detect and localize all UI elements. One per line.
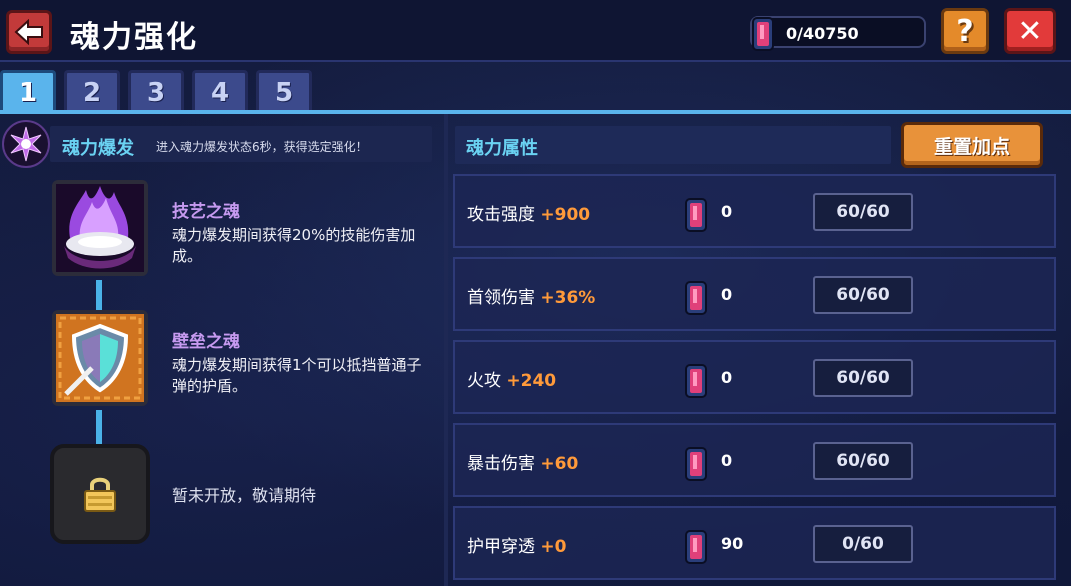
attribute-cost: 0 xyxy=(721,368,733,387)
skill-slot-1[interactable] xyxy=(52,180,148,276)
shield-icon xyxy=(56,314,144,402)
currency-value: 0/40750 xyxy=(786,24,859,43)
attribute-label: 护甲穿透 xyxy=(467,537,535,557)
attribute-label: 火攻 xyxy=(467,371,501,391)
attribute-row[interactable]: 攻击强度 +900 0 60/60 xyxy=(453,174,1056,248)
attribute-cost: 90 xyxy=(721,534,744,553)
lock-icon xyxy=(84,477,116,512)
burst-title: 魂力爆发 xyxy=(62,138,134,159)
attribute-name: 护甲穿透 +0 xyxy=(467,532,566,557)
skill-1-name: 技艺之魂 xyxy=(172,202,240,222)
attribute-bonus: +36% xyxy=(540,288,596,308)
tab-2[interactable]: 2 xyxy=(64,70,120,112)
soul-crystal-icon xyxy=(681,362,711,404)
burst-star-icon xyxy=(2,120,50,168)
attribute-bonus: +900 xyxy=(540,205,591,225)
attribute-cost: 0 xyxy=(721,451,733,470)
attribute-bonus: +60 xyxy=(540,454,579,474)
attribute-level[interactable]: 0/60 xyxy=(813,525,913,563)
soul-burst-panel: 魂力爆发 进入魂力爆发状态6秒，获得选定强化！ 技艺之魂 魂力爆发期间获得20%… xyxy=(0,114,444,586)
attribute-name: 攻击强度 +900 xyxy=(467,200,590,225)
attribute-cost: 0 xyxy=(721,202,733,221)
purple-flame-shell-icon xyxy=(56,184,144,272)
attribute-name: 首领伤害 +36% xyxy=(467,283,595,308)
soul-crystal-icon xyxy=(681,196,711,238)
panel-divider xyxy=(444,114,448,586)
skill-connector-1 xyxy=(96,280,102,310)
soul-crystal-icon xyxy=(752,17,774,51)
attribute-row[interactable]: 暴击伤害 +60 0 60/60 xyxy=(453,423,1056,497)
skill-1-description: 魂力爆发期间获得20%的技能伤害加成。 xyxy=(172,226,416,265)
soul-crystal-icon xyxy=(681,528,711,570)
attribute-bonus: +0 xyxy=(540,537,567,557)
page-tabs: 1 2 3 4 5 xyxy=(0,70,312,112)
header-bar: 魂力强化 0/40750 ? ✕ xyxy=(0,0,1071,62)
close-button[interactable]: ✕ xyxy=(1004,8,1056,54)
skill-2-name: 壁垒之魂 xyxy=(172,332,240,352)
attribute-bonus: +240 xyxy=(506,371,557,391)
tab-3[interactable]: 3 xyxy=(128,70,184,112)
locked-skill-slot xyxy=(50,444,150,544)
skill-2-description: 魂力爆发期间获得1个可以抵挡普通子弹的护盾。 xyxy=(172,356,422,395)
tab-4[interactable]: 4 xyxy=(192,70,248,112)
help-button[interactable]: ? xyxy=(941,8,989,54)
attribute-name: 火攻 +240 xyxy=(467,366,556,391)
tab-5[interactable]: 5 xyxy=(256,70,312,112)
soul-crystal-icon xyxy=(681,279,711,321)
arrow-left-icon xyxy=(14,19,43,45)
reset-points-button[interactable]: 重置加点 xyxy=(901,122,1043,168)
attribute-row[interactable]: 首领伤害 +36% 0 60/60 xyxy=(453,257,1056,331)
attribute-level[interactable]: 60/60 xyxy=(813,359,913,397)
attribute-level[interactable]: 60/60 xyxy=(813,276,913,314)
soul-crystal-icon xyxy=(681,445,711,487)
attribute-cost: 0 xyxy=(721,285,733,304)
attribute-level[interactable]: 60/60 xyxy=(813,193,913,231)
attribute-level[interactable]: 60/60 xyxy=(813,442,913,480)
attribute-label: 攻击强度 xyxy=(467,205,535,225)
burst-description: 进入魂力爆发状态6秒，获得选定强化！ xyxy=(156,140,368,154)
soul-currency-display: 0/40750 xyxy=(750,16,926,51)
back-button[interactable] xyxy=(6,10,52,54)
page-title: 魂力强化 xyxy=(70,20,198,55)
skill-slot-2[interactable] xyxy=(52,310,148,406)
attributes-title: 魂力属性 xyxy=(466,138,538,159)
skill-connector-2 xyxy=(96,410,102,444)
attribute-name: 暴击伤害 +60 xyxy=(467,449,578,474)
attribute-label: 暴击伤害 xyxy=(467,454,535,474)
attribute-row[interactable]: 护甲穿透 +0 90 0/60 xyxy=(453,506,1056,580)
tab-1[interactable]: 1 xyxy=(0,70,56,112)
locked-skill-text: 暂未开放，敬请期待 xyxy=(172,486,317,505)
attribute-label: 首领伤害 xyxy=(467,288,535,308)
attribute-row[interactable]: 火攻 +240 0 60/60 xyxy=(453,340,1056,414)
